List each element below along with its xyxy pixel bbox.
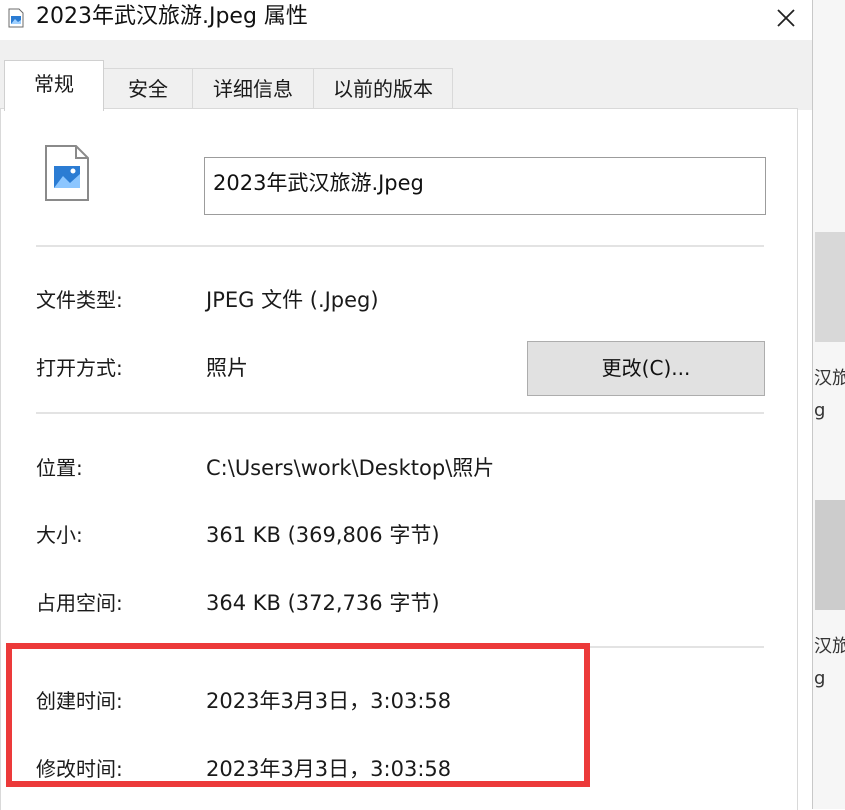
file-type-label: 文件类型: [36, 288, 123, 312]
change-button[interactable]: 更改(C)... [527, 341, 765, 396]
location-label: 位置: [36, 456, 83, 480]
image-file-icon [45, 145, 89, 201]
created-label: 创建时间: [36, 689, 123, 713]
size-value: 361 KB (369,806 字节) [206, 523, 440, 547]
opens-with-label: 打开方式: [36, 356, 123, 380]
close-icon [777, 9, 795, 27]
background-thumbnail [815, 500, 845, 610]
separator [36, 646, 764, 648]
created-value: 2023年3月3日，3:03:58 [206, 689, 452, 713]
background-text-fragment: g [814, 400, 826, 421]
separator [36, 245, 764, 247]
modified-label: 修改时间: [36, 757, 123, 781]
file-name-input[interactable]: 2023年武汉旅游.Jpeg [204, 157, 766, 215]
title-bar[interactable]: 2023年武汉旅游.Jpeg 属性 [0, 0, 812, 40]
tab-previous-versions[interactable]: 以前的版本 [313, 68, 453, 109]
background-thumbnail [815, 232, 845, 342]
background-text-fragment: 汉旅 [814, 636, 845, 657]
window-title: 2023年武汉旅游.Jpeg 属性 [36, 4, 308, 29]
tab-details[interactable]: 详细信息 [192, 68, 314, 109]
tab-security[interactable]: 安全 [103, 68, 193, 109]
properties-dialog: 2023年武汉旅游.Jpeg 属性 常规 安全 详细信息 以前的版本 2023年… [0, 0, 813, 810]
modified-value: 2023年3月3日，3:03:58 [206, 757, 452, 781]
tab-general[interactable]: 常规 [4, 60, 104, 111]
image-file-icon [8, 8, 24, 28]
location-value: C:\Users\work\Desktop\照片 [206, 456, 495, 480]
file-type-value: JPEG 文件 (.Jpeg) [206, 288, 379, 312]
size-on-disk-value: 364 KB (372,736 字节) [206, 591, 440, 615]
separator [36, 412, 764, 414]
background-text-fragment: g [814, 668, 826, 689]
close-button[interactable] [764, 0, 808, 36]
size-on-disk-label: 占用空间: [36, 591, 123, 615]
size-label: 大小: [36, 523, 83, 547]
opens-with-value: 照片 [206, 356, 248, 380]
background-text-fragment: 汉旅 [814, 368, 845, 389]
